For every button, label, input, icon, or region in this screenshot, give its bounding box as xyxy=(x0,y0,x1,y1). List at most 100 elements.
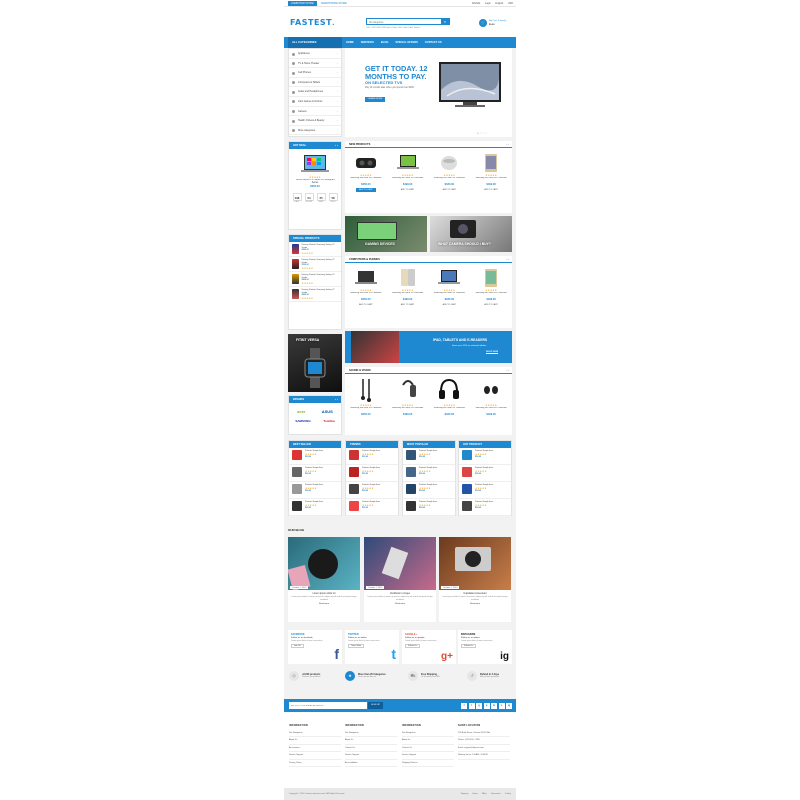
product-card[interactable]: ★★★★★ Samsung 360 Gear VR Collection $25… xyxy=(347,377,385,417)
footer-bottom-link[interactable]: Home xyxy=(472,788,477,800)
tweet-now-button[interactable]: Tweet Now xyxy=(348,644,364,649)
list-item[interactable]: Product Simple Item ★★★★★ $99.00 xyxy=(346,482,398,499)
category-item[interactable]: TV & Home Theater xyxy=(289,59,341,69)
list-item[interactable]: Product Simple Item ★★★★★ $99.00 xyxy=(403,482,455,499)
nav-contact-us[interactable]: CONTACT US xyxy=(425,41,442,44)
cart-info[interactable]: My Cart: 0 item(s) $0.00 xyxy=(489,19,506,27)
read-more-link[interactable]: Read more xyxy=(288,603,360,605)
footer-link[interactable]: About Us xyxy=(289,737,341,745)
sign-up-button[interactable]: SIGN UP xyxy=(368,702,383,709)
list-item[interactable]: Product Simple Item ★★★★★ $99.00 xyxy=(346,465,398,482)
brand-toshiba[interactable]: Toshiba xyxy=(323,419,334,423)
footer-link[interactable]: Contact Us xyxy=(402,745,454,753)
product-card[interactable]: ★★★★★ Samsung 360 Gear VR Collection $49… xyxy=(389,377,427,417)
list-item[interactable]: Dummy Product Samsung Galaxy J2 Grade $49… xyxy=(289,242,341,257)
read-more-link[interactable]: Read more xyxy=(439,603,511,605)
nav-services[interactable]: SERVICES xyxy=(361,41,374,44)
footer-link[interactable]: Site Navigation xyxy=(289,730,341,738)
product-card[interactable]: ★★★★★ Samsung 360 Gear VR Collection $18… xyxy=(430,153,468,192)
category-item[interactable]: Cars Games & Gizmos xyxy=(289,97,341,107)
product-card[interactable]: ★★★★★ Samsung 360 Gear VR Collection $49… xyxy=(389,153,427,192)
blog-card[interactable]: October 7, 2019 Vestibulum congue Lorem … xyxy=(364,537,436,622)
product-card[interactable]: ★★★★★ Samsung 360 Gear VR Collection $49… xyxy=(472,377,510,417)
nav-blog[interactable]: BLOG xyxy=(381,41,389,44)
category-item[interactable]: Cell Phones xyxy=(289,68,341,78)
wishlist-link[interactable]: Wishlist xyxy=(472,2,480,5)
list-item[interactable]: Product Simple Item ★★★★★ $99.00 xyxy=(289,499,341,516)
category-item[interactable]: Health, Fitness & Beauty xyxy=(289,116,341,126)
footer-link[interactable]: Privacy Policy xyxy=(289,760,341,767)
add-to-cart-button[interactable]: ADD TO CART xyxy=(481,302,501,307)
login-link[interactable]: Login xyxy=(485,2,491,5)
category-item[interactable]: Audio and Headphones xyxy=(289,87,341,97)
tablets-banner[interactable]: IPAD, TABLETS AND E-READERS Save up to 5… xyxy=(345,331,512,363)
slider-dots[interactable]: ●○○○ xyxy=(477,131,488,135)
camera-banner[interactable]: WHAT CAMERA SHOULD I BUY? xyxy=(430,216,512,252)
fitness-banner[interactable]: FITBIT VERSA xyxy=(288,334,342,392)
footer-bottom-link[interactable]: Shipping xyxy=(461,788,469,800)
footer-link[interactable]: Site Navigation xyxy=(345,730,397,738)
smartphone-store-link[interactable]: SMARTPHONE STORE xyxy=(318,1,350,6)
footer-link[interactable]: Accessories xyxy=(289,745,341,753)
product-card[interactable]: ★★★★★ Samsung 360 Gear VR Collection $25… xyxy=(347,153,385,192)
facebook-icon[interactable]: f xyxy=(461,702,467,709)
read-more-link[interactable]: Read more xyxy=(364,603,436,605)
category-item[interactable]: More categories xyxy=(289,126,341,136)
blog-card[interactable]: October 7, 2019 Lorem ipsum dolor sit Lo… xyxy=(288,537,360,622)
add-to-cart-button[interactable]: ADD TO CART xyxy=(397,187,418,192)
add-to-cart-button[interactable]: ADD TO CART xyxy=(356,187,376,192)
footer-link[interactable]: Service Support xyxy=(402,752,454,760)
product-card[interactable]: ★★★★★ Samsung 360 Gear VR Collection $49… xyxy=(389,268,427,307)
nav-home[interactable]: HOME xyxy=(346,41,354,44)
google-icon[interactable]: g xyxy=(476,702,482,709)
language-select[interactable]: English xyxy=(495,2,503,5)
footer-link[interactable]: Site Navigation xyxy=(402,730,454,738)
list-item[interactable]: Product Simple Item ★★★★★ $99.00 xyxy=(403,499,455,516)
list-item[interactable]: Product Simple Item ★★★★★ $99.00 xyxy=(459,448,511,465)
product-card[interactable]: ★★★★★ Samsung 360 Gear VR Collection $49… xyxy=(472,268,510,307)
list-item[interactable]: Dummy Product Samsung Galaxy J2 Grade $25… xyxy=(289,257,341,272)
footer-link[interactable]: Contact Us xyxy=(345,745,397,753)
footer-link[interactable]: Service Support xyxy=(289,752,341,760)
cart-icon[interactable]: 🛒 xyxy=(479,19,487,27)
list-item[interactable]: Product Simple Item ★★★★★ $99.00 xyxy=(459,465,511,482)
follow-us-button[interactable]: Follow Us xyxy=(461,644,476,649)
product-card[interactable]: ★★★★★ Samsung 360 Gear VR Collection $18… xyxy=(430,268,468,307)
gaming-banner[interactable]: GAMING DEVICES xyxy=(345,216,427,252)
brand-acer[interactable]: acer xyxy=(297,409,305,414)
join-us-button[interactable]: Join Us xyxy=(291,644,304,649)
logo[interactable]: FASTEST. xyxy=(290,18,335,27)
follow-us-button[interactable]: Follow Us xyxy=(405,644,420,649)
footer-link[interactable]: About Us xyxy=(402,737,454,745)
list-item[interactable]: Product Simple Item ★★★★★ $99.00 xyxy=(346,448,398,465)
list-item[interactable]: Product Simple Item ★★★★★ $99.00 xyxy=(459,482,511,499)
footer-link[interactable]: About Us xyxy=(345,737,397,745)
footer-bottom-link[interactable]: FAQs xyxy=(482,788,487,800)
newsletter-email-input[interactable] xyxy=(289,702,367,709)
list-item[interactable]: Product Simple Item ★★★★★ $99.00 xyxy=(289,482,341,499)
all-categories-button[interactable]: ALL CATEGORIES xyxy=(288,37,342,48)
computer-store-link[interactable]: COMPUTER STORE xyxy=(288,1,317,6)
category-item[interactable]: Camera xyxy=(289,107,341,117)
footer-link[interactable]: Accessibilities xyxy=(345,760,397,767)
list-item[interactable]: Product Simple Item ★★★★★ $99.00 xyxy=(346,499,398,516)
add-to-cart-button[interactable]: ADD TO CART xyxy=(439,187,460,192)
list-item[interactable]: Product Simple Item ★★★★★ $99.00 xyxy=(289,465,341,482)
footer-email[interactable]: Email: support@domain.com xyxy=(458,745,510,753)
instagram-icon[interactable]: ig xyxy=(506,702,512,709)
category-item[interactable]: Appliances xyxy=(289,49,341,59)
blog-card[interactable]: October 7, 2019 Cupidatat consectetur Lo… xyxy=(439,537,511,622)
add-to-cart-button[interactable]: ADD TO CART xyxy=(356,302,376,307)
learn-more-button[interactable]: LEARN MORE xyxy=(365,97,385,102)
search-input[interactable] xyxy=(367,19,441,25)
search-icon[interactable]: ⌕ xyxy=(441,19,449,25)
shop-now-link[interactable]: SHOP NOW xyxy=(486,351,499,354)
list-item[interactable]: Product Simple Item ★★★★★ $99.00 xyxy=(289,448,341,465)
nav-special-offers[interactable]: SPECIAL OFFERS xyxy=(395,41,417,44)
add-to-cart-button[interactable]: ADD TO CART xyxy=(481,187,501,192)
brand-asus[interactable]: ASUS xyxy=(322,409,333,414)
list-item[interactable]: Product Simple Item ★★★★★ $99.00 xyxy=(403,465,455,482)
category-item[interactable]: Computers & Tablets xyxy=(289,78,341,88)
product-card[interactable]: ★★★★★ Samsung 360 Gear VR Collection $25… xyxy=(347,268,385,307)
add-to-cart-button[interactable]: ADD TO CART xyxy=(439,302,460,307)
